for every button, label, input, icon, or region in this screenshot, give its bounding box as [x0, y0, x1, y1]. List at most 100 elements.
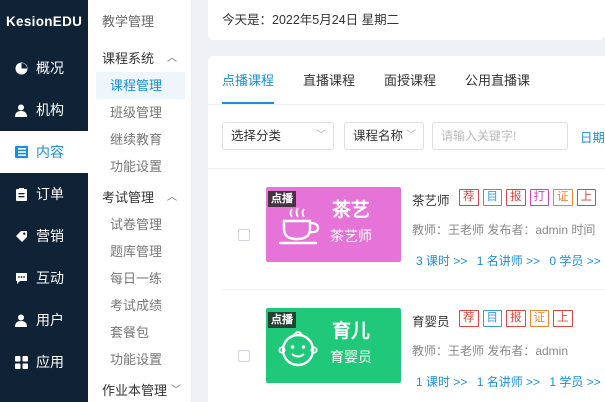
tag-publish[interactable]: 上	[576, 189, 596, 206]
students-link[interactable]: 0 学员 >>	[549, 254, 600, 268]
submenu-item-exam-settings[interactable]: 功能设置	[88, 346, 191, 373]
secondary-menu: 教学管理 课程系统 ︿ 课程管理 班级管理 继续教育 功能设置 考试管理 ︿ 试…	[88, 0, 192, 402]
baby-face-icon	[276, 326, 324, 370]
lessons-link[interactable]: 3 课时 >>	[416, 254, 467, 268]
course-tabs: 点播课程 直播课程 面授课程 公用直播课	[222, 74, 559, 104]
nav-item-interaction[interactable]: 互动	[0, 257, 88, 299]
nav-label: 概况	[36, 60, 64, 76]
submenu-item-exam-scores[interactable]: 考试成绩	[88, 292, 191, 319]
nav-label: 订单	[36, 186, 64, 202]
date-bar: 今天是：2022年5月24日 星期二	[208, 0, 605, 40]
course-tags: 荐 目 报 证 上	[459, 310, 577, 327]
tabs-divider	[208, 104, 605, 105]
submenu-item-package[interactable]: 套餐包	[88, 319, 191, 346]
teacup-icon	[276, 205, 324, 249]
category-select[interactable]: 选择分类 ﹀	[222, 122, 334, 150]
tab-public-live[interactable]: 公用直播课	[465, 74, 530, 104]
lessons-link[interactable]: 1 课时 >>	[416, 375, 467, 389]
nav-item-orders[interactable]: 订单	[0, 173, 88, 215]
course-meta: 教师：王老师 发布者：admin	[412, 344, 569, 358]
submenu-item-question-bank[interactable]: 题库管理	[88, 238, 191, 265]
row-divider	[222, 289, 605, 290]
chevron-down-icon: ﹀	[316, 130, 326, 141]
group-label: 课程系统	[102, 51, 155, 66]
row-checkbox[interactable]	[238, 229, 250, 241]
submenu-item-class-manage[interactable]: 班级管理	[88, 99, 191, 126]
date-filter-link[interactable]: 日期	[580, 127, 605, 146]
nav-label: 营销	[36, 228, 64, 244]
tag-recommend[interactable]: 荐	[459, 189, 479, 206]
submenu-item-continuing-edu[interactable]: 继续教育	[88, 126, 191, 153]
nav-item-overview[interactable]: 概况	[0, 47, 88, 89]
tag-catalog[interactable]: 目	[482, 310, 502, 327]
course-links: 3 课时 >> 1 名讲师 >> 0 学员 >>	[416, 252, 605, 269]
submenu-item-course-settings[interactable]: 功能设置	[88, 153, 191, 180]
course-panel: 点播课程 直播课程 面授课程 公用直播课 选择分类 ﹀ 课程名称 ﹀ 请输入关键…	[208, 56, 605, 402]
submenu-item-paper-manage[interactable]: 试卷管理	[88, 211, 191, 238]
course-row: 点播 茶艺 茶艺师 茶艺师 荐 目 报 打 证 上 教师：王老师 发布者：adm…	[222, 187, 605, 287]
row-checkbox[interactable]	[238, 350, 250, 362]
apps-icon	[14, 355, 28, 369]
user-icon	[14, 103, 28, 117]
person-icon	[14, 313, 28, 327]
course-tags: 荐 目 报 打 证 上	[459, 189, 600, 206]
nav-item-marketing[interactable]: 营销	[0, 215, 88, 257]
chevron-down-icon: ﹀	[171, 385, 181, 396]
field-select[interactable]: 课程名称 ﹀	[344, 122, 424, 150]
tag-punch[interactable]: 打	[529, 189, 549, 206]
nav-label: 机构	[36, 102, 64, 118]
nav-label: 互动	[36, 270, 64, 286]
nav-label: 用户	[36, 312, 64, 328]
submenu-item-daily-practice[interactable]: 每日一练	[88, 265, 191, 292]
nav-item-users[interactable]: 用户	[0, 299, 88, 341]
teachers-link[interactable]: 1 名讲师 >>	[477, 375, 540, 389]
tag-catalog[interactable]: 目	[482, 189, 502, 206]
tab-vod[interactable]: 点播课程	[222, 74, 275, 104]
tab-offline[interactable]: 面授课程	[384, 74, 436, 104]
submenu-group-exam[interactable]: 考试管理 ︿	[88, 184, 191, 211]
nav-label: 应用	[36, 354, 64, 370]
tag-report[interactable]: 报	[506, 189, 526, 206]
category-select-value: 选择分类	[231, 129, 282, 143]
nav-item-apps[interactable]: 应用	[0, 341, 88, 383]
nav-label: 内容	[36, 144, 64, 160]
primary-sidebar: KesionEDU 概况 机构 内容 订单 营销 互动 用户 应用	[0, 0, 88, 402]
submenu-item-course-manage[interactable]: 课程管理	[96, 72, 185, 99]
course-title[interactable]: 茶艺师	[412, 190, 450, 209]
students-link[interactable]: 1 学员 >>	[549, 375, 600, 389]
submenu-group-homework[interactable]: 作业本管理 ﹀	[88, 377, 191, 402]
course-links: 1 课时 >> 1 名讲师 >> 1 学员 >>	[416, 373, 605, 390]
course-meta: 教师：王老师 发布者：admin 时间	[412, 223, 596, 237]
chevron-down-icon: ﹀	[406, 130, 416, 141]
course-title[interactable]: 育婴员	[412, 311, 450, 330]
tag-recommend[interactable]: 荐	[459, 310, 479, 327]
group-label: 考试管理	[102, 190, 155, 205]
tag-certificate[interactable]: 证	[529, 310, 549, 327]
filter-bar: 选择分类 ﹀ 课程名称 ﹀ 请输入关键字! 日期	[222, 122, 605, 150]
nav-item-org[interactable]: 机构	[0, 89, 88, 131]
thumb-title: 茶艺	[332, 200, 371, 221]
submenu-teaching[interactable]: 教学管理	[88, 8, 191, 35]
field-select-value: 课程名称	[353, 129, 404, 143]
tag-report[interactable]: 报	[506, 310, 526, 327]
thumb-subtitle: 育婴员	[330, 349, 372, 365]
content-icon	[14, 145, 28, 159]
nav-item-content[interactable]: 内容	[0, 131, 88, 173]
submenu-group-course[interactable]: 课程系统 ︿	[88, 45, 191, 72]
course-thumbnail[interactable]: 点播 茶艺 茶艺师	[266, 187, 401, 262]
tag-certificate[interactable]: 证	[553, 189, 573, 206]
dashboard-icon	[14, 61, 28, 75]
brand-logo: KesionEDU	[6, 14, 83, 29]
group-label: 作业本管理	[102, 383, 168, 398]
tab-live[interactable]: 直播课程	[303, 74, 355, 104]
thumb-subtitle: 茶艺师	[330, 228, 372, 244]
chevron-up-icon: ︿	[167, 53, 177, 64]
thumb-title: 育儿	[332, 321, 371, 342]
search-input[interactable]: 请输入关键字!	[432, 122, 568, 150]
tag-publish[interactable]: 上	[553, 310, 573, 327]
filter-divider	[208, 168, 605, 169]
marketing-icon	[14, 229, 28, 243]
course-thumbnail[interactable]: 点播 育儿 育婴员	[266, 308, 401, 383]
teachers-link[interactable]: 1 名讲师 >>	[477, 254, 540, 268]
order-icon	[14, 187, 28, 201]
